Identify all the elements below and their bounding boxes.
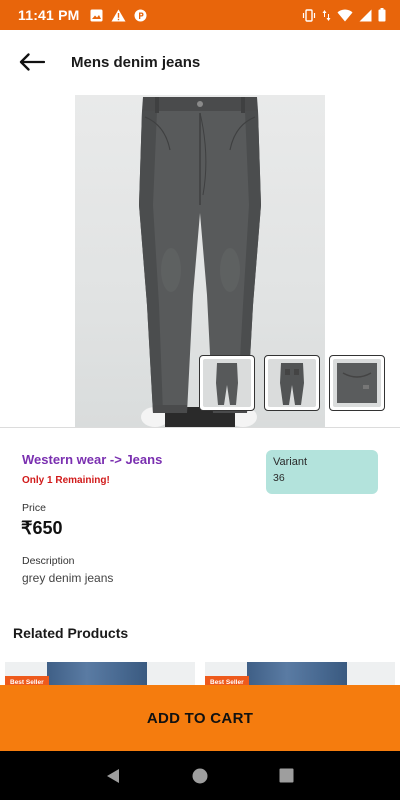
battery-icon bbox=[378, 8, 386, 22]
wifi-icon bbox=[337, 9, 353, 21]
back-triangle-icon bbox=[107, 768, 120, 783]
stock-notice: Only 1 Remaining! bbox=[22, 475, 110, 486]
home-circle-icon bbox=[192, 768, 208, 783]
nav-recents-button[interactable] bbox=[267, 756, 307, 796]
nav-home-button[interactable] bbox=[180, 756, 220, 796]
warning-icon bbox=[111, 9, 126, 21]
parking-icon bbox=[134, 9, 147, 21]
thumbnail-image bbox=[203, 359, 251, 407]
image-icon bbox=[90, 9, 103, 21]
app-bar: Mens denim jeans bbox=[0, 30, 400, 94]
price-label: Price bbox=[22, 502, 46, 514]
price-value: ₹650 bbox=[21, 518, 63, 538]
thumbnail-1[interactable] bbox=[199, 355, 255, 411]
status-notification-icons bbox=[90, 9, 147, 22]
recents-square-icon bbox=[279, 768, 294, 783]
thumbnail-2[interactable] bbox=[264, 355, 320, 411]
back-button[interactable] bbox=[0, 30, 64, 94]
status-time: 11:41 PM bbox=[18, 7, 80, 23]
data-arrows-icon bbox=[322, 9, 331, 21]
thumbnail-strip bbox=[199, 355, 385, 411]
status-bar: 11:41 PM bbox=[0, 0, 400, 30]
variant-value: 36 bbox=[273, 472, 285, 484]
add-to-cart-button[interactable]: ADD TO CART bbox=[0, 685, 400, 751]
thumbnail-3[interactable] bbox=[329, 355, 385, 411]
description-label: Description bbox=[22, 555, 75, 567]
related-products-heading: Related Products bbox=[13, 625, 129, 641]
arrow-left-icon bbox=[19, 53, 45, 71]
variant-selector[interactable]: Variant 36 bbox=[266, 450, 378, 494]
variant-label: Variant bbox=[273, 456, 308, 468]
description-text: grey denim jeans bbox=[22, 571, 114, 585]
page-title: Mens denim jeans bbox=[71, 53, 201, 71]
status-system-icons bbox=[302, 8, 386, 22]
category-breadcrumb-link[interactable]: Western wear -> Jeans bbox=[22, 452, 162, 467]
system-navigation-bar bbox=[0, 751, 400, 800]
thumbnail-image bbox=[333, 359, 381, 407]
add-to-cart-label: ADD TO CART bbox=[146, 709, 254, 727]
section-divider bbox=[0, 427, 400, 428]
nav-back-button[interactable] bbox=[93, 756, 133, 796]
vibrate-icon bbox=[302, 8, 316, 22]
thumbnail-image bbox=[268, 359, 316, 407]
signal-icon bbox=[359, 9, 372, 21]
